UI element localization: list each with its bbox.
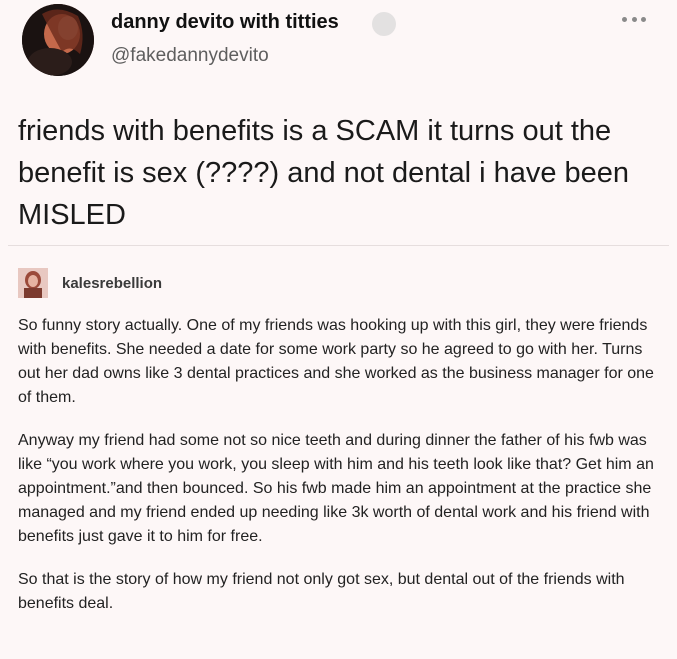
- divider: [8, 245, 669, 246]
- tweet-text: friends with benefits is a SCAM it turns…: [18, 115, 630, 231]
- more-dot: [631, 16, 637, 22]
- reblog-paragraph: Anyway my friend had some not so nice te…: [18, 432, 654, 545]
- reblog-avatar[interactable]: [18, 268, 48, 298]
- reblog-username[interactable]: kalesrebellion: [62, 275, 162, 292]
- avatar-image: [22, 4, 94, 76]
- verified-badge-icon: [372, 12, 396, 36]
- tweet-avatar[interactable]: [22, 4, 94, 76]
- more-dot: [622, 16, 627, 22]
- more-dot: [641, 16, 646, 22]
- user-handle[interactable]: @fakedannydevito: [111, 45, 269, 67]
- reblog-avatar-image: [18, 268, 48, 298]
- more-horizontal-icon[interactable]: [622, 13, 646, 25]
- reblog-paragraph: So funny story actually. One of my frien…: [18, 317, 654, 406]
- reblog-body: So funny story actually. One of my frien…: [18, 314, 666, 635]
- display-name[interactable]: danny devito with titties: [111, 11, 339, 34]
- reblog-paragraph: So that is the story of how my friend no…: [18, 571, 625, 612]
- screenshot-page: danny devito with titties @fakedannydevi…: [0, 0, 677, 659]
